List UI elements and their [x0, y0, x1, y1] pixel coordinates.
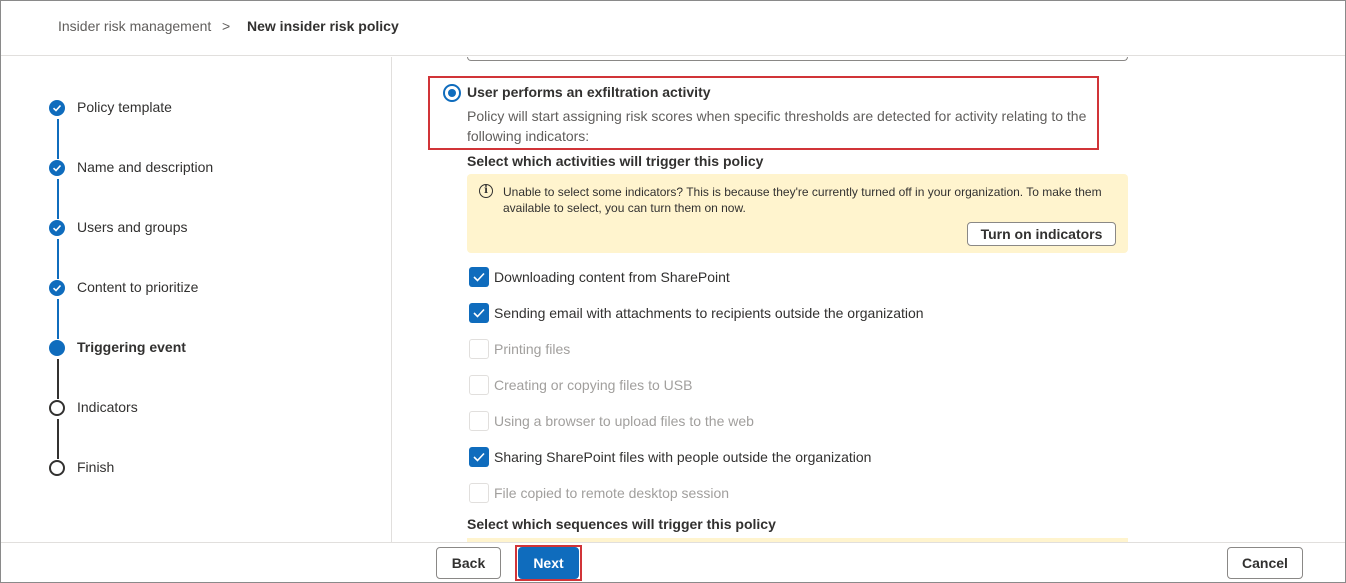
activity-label: Sharing SharePoint files with people out… [494, 449, 872, 465]
step-connector [57, 359, 59, 399]
step-connector [57, 419, 59, 459]
wizard-steps: Policy template Name and description Use… [1, 57, 392, 542]
breadcrumb-separator-icon: > [222, 18, 231, 34]
activity-checkbox-row[interactable]: Downloading content from SharePoint [469, 267, 1129, 287]
step-connector [57, 119, 59, 159]
activities-title: Select which activities will trigger thi… [467, 153, 764, 169]
next-button[interactable]: Next [518, 547, 579, 579]
activity-label: File copied to remote desktop session [494, 485, 730, 501]
activity-checkbox-row-disabled: Using a browser to upload files to the w… [469, 411, 1129, 431]
activity-label: Sending email with attachments to recipi… [494, 305, 924, 321]
step-indicators: Indicators [1, 396, 381, 420]
checkbox-disabled-icon [469, 411, 489, 431]
indicator-warning-banner: i Unable to select some indicators? This… [467, 174, 1128, 253]
step-current-icon [49, 340, 65, 356]
step-label: Triggering event [77, 339, 186, 355]
cancel-button[interactable]: Cancel [1227, 547, 1303, 579]
step-label: Finish [77, 459, 115, 475]
activity-checkbox-row-disabled: File copied to remote desktop session [469, 483, 1129, 503]
step-complete-icon [49, 280, 65, 296]
step-label: Indicators [77, 399, 138, 415]
step-finish: Finish [1, 456, 381, 480]
step-label: Policy template [77, 99, 172, 115]
step-label: Name and description [77, 159, 214, 175]
checkbox-checked-icon[interactable] [469, 447, 489, 467]
step-triggering-event[interactable]: Triggering event [1, 336, 381, 360]
activity-label: Using a browser to upload files to the w… [494, 413, 754, 429]
step-policy-template[interactable]: Policy template [1, 96, 381, 120]
main-panel: User performs an exfiltration activity P… [393, 57, 1345, 542]
step-complete-icon [49, 160, 65, 176]
checkbox-disabled-icon [469, 339, 489, 359]
activity-checkbox-row-disabled: Printing files [469, 339, 1129, 359]
previous-field [467, 57, 1128, 61]
checkbox-checked-icon[interactable] [469, 303, 489, 323]
checkbox-disabled-icon [469, 375, 489, 395]
breadcrumb-root[interactable]: Insider risk management [58, 18, 211, 34]
step-name-and-description[interactable]: Name and description [1, 156, 381, 180]
turn-on-indicators-button[interactable]: Turn on indicators [967, 222, 1116, 246]
info-icon: i [479, 184, 493, 198]
activity-checkbox-row-disabled: Creating or copying files to USB [469, 375, 1129, 395]
header: Insider risk management > New insider ri… [1, 1, 1345, 56]
step-complete-icon [49, 100, 65, 116]
step-connector [57, 239, 59, 279]
checkbox-checked-icon[interactable] [469, 267, 489, 287]
activity-label: Printing files [494, 341, 571, 357]
step-label: Users and groups [77, 219, 188, 235]
checkbox-disabled-icon [469, 483, 489, 503]
step-users-and-groups[interactable]: Users and groups [1, 216, 381, 240]
back-button[interactable]: Back [436, 547, 501, 579]
radio-description: Policy will start assigning risk scores … [467, 108, 1087, 144]
activity-checkbox-row[interactable]: Sending email with attachments to recipi… [469, 303, 1129, 323]
step-connector [57, 299, 59, 339]
footer: Back Next Cancel [1, 542, 1345, 582]
step-label: Content to prioritize [77, 279, 199, 295]
radio-title[interactable]: User performs an exfiltration activity [467, 84, 711, 100]
activity-checkbox-row[interactable]: Sharing SharePoint files with people out… [469, 447, 1129, 467]
step-connector [57, 179, 59, 219]
activity-label: Downloading content from SharePoint [494, 269, 730, 285]
exfiltration-radio[interactable] [443, 84, 461, 102]
step-content-to-prioritize[interactable]: Content to prioritize [1, 276, 381, 300]
banner-message: Unable to select some indicators? This i… [503, 185, 1102, 215]
step-pending-icon [49, 400, 65, 416]
step-complete-icon [49, 220, 65, 236]
breadcrumb-current: New insider risk policy [247, 18, 399, 34]
step-pending-icon [49, 460, 65, 476]
sequences-title: Select which sequences will trigger this… [467, 516, 776, 532]
activity-label: Creating or copying files to USB [494, 377, 693, 393]
